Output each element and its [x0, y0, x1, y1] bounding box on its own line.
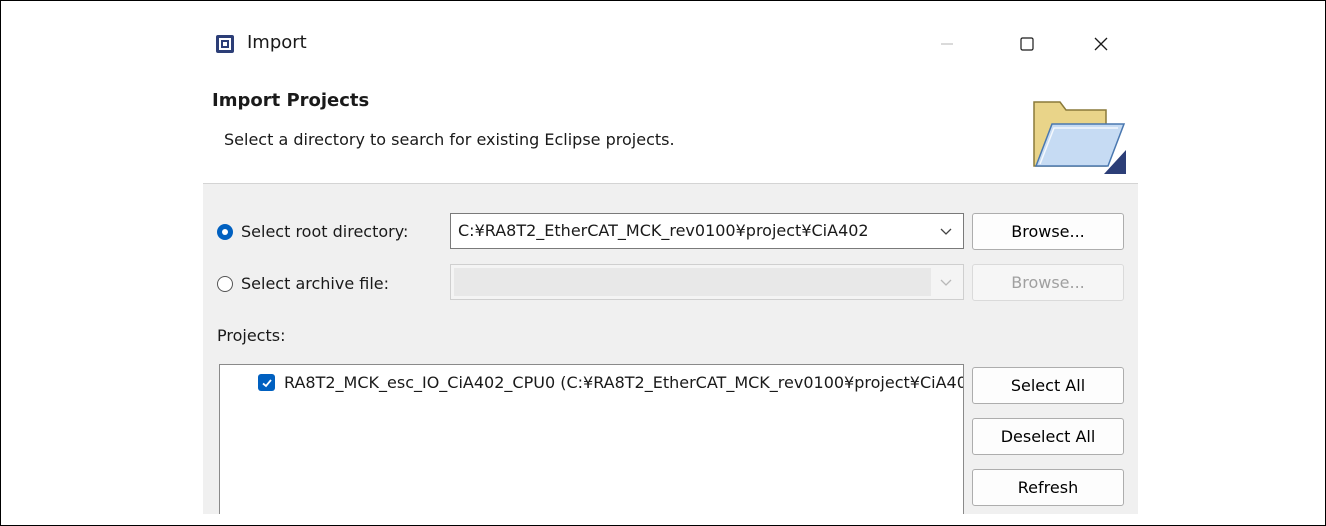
page-title: Import Projects [212, 90, 370, 111]
dialog-body: Select root directory: C:¥RA8T2_EtherCAT… [203, 184, 1138, 514]
archive-file-radio[interactable] [217, 275, 233, 292]
maximize-button[interactable] [1005, 22, 1049, 66]
root-directory-combo[interactable]: C:¥RA8T2_EtherCAT_MCK_rev0100¥project¥Ci… [450, 213, 964, 249]
title-bar: Import [203, 14, 1138, 74]
close-button[interactable] [1079, 22, 1123, 66]
root-directory-value: C:¥RA8T2_EtherCAT_MCK_rev0100¥project¥Ci… [458, 221, 869, 240]
eclipse-chip-icon [215, 34, 235, 54]
browse-archive-button[interactable]: Browse... [972, 264, 1124, 301]
root-directory-label: Select root directory: [241, 222, 409, 241]
archive-file-combo[interactable] [450, 264, 964, 300]
projects-label: Projects: [217, 326, 286, 345]
import-dialog: Import Import Projects Select a director… [203, 14, 1138, 514]
wizard-header: Import Projects Select a directory to se… [203, 74, 1138, 184]
project-checkbox[interactable] [258, 374, 275, 391]
window-title: Import [247, 32, 307, 53]
list-item[interactable]: RA8T2_MCK_esc_IO_CiA402_CPU0 (C:¥RA8T2_E… [258, 373, 963, 392]
projects-list[interactable]: RA8T2_MCK_esc_IO_CiA402_CPU0 (C:¥RA8T2_E… [219, 364, 964, 514]
open-folder-icon [1026, 82, 1128, 178]
page-description: Select a directory to search for existin… [224, 130, 675, 149]
close-icon [1094, 37, 1108, 51]
chevron-down-icon[interactable] [939, 224, 953, 238]
root-directory-radio[interactable] [217, 223, 233, 240]
root-directory-option[interactable]: Select root directory: [217, 222, 408, 241]
archive-file-option[interactable]: Select archive file: [217, 274, 389, 293]
deselect-all-button[interactable]: Deselect All [972, 418, 1124, 455]
refresh-button[interactable]: Refresh [972, 469, 1124, 506]
archive-file-label: Select archive file: [241, 274, 390, 293]
chevron-down-icon[interactable] [939, 275, 953, 289]
browse-directory-button[interactable]: Browse... [972, 213, 1124, 250]
maximize-icon [1020, 37, 1034, 51]
minimize-icon [941, 43, 953, 45]
minimize-button[interactable] [925, 22, 969, 66]
project-name: RA8T2_MCK_esc_IO_CiA402_CPU0 (C:¥RA8T2_E… [284, 373, 963, 392]
checkmark-icon [261, 378, 272, 387]
select-all-button[interactable]: Select All [972, 367, 1124, 404]
archive-file-value [454, 268, 931, 296]
